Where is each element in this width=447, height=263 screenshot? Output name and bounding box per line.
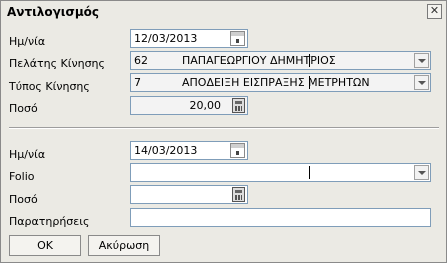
customer-select[interactable]: 62 ΠΑΠΑΓΕΩΡΓΙΟΥ ΔΗΜΗΤΡΙΟΣ [130, 51, 431, 70]
new-date-field[interactable]: 14/03/2013 [130, 141, 248, 160]
calendar-icon[interactable] [230, 143, 245, 158]
new-amount-field[interactable] [130, 185, 248, 204]
movement-type-select[interactable]: 7 ΑΠΟΔΕΙΞΗ ΕΙΣΠΡΑΞΗΣ ΜΕΤΡΗΤΩΝ [130, 73, 431, 92]
new-amount-label: Ποσό [9, 193, 38, 206]
movement-type-name: ΑΠΟΔΕΙΞΗ ΕΙΣΠΡΑΞΗΣ ΜΕΤΡΗΤΩΝ [182, 76, 370, 89]
amount-value: 20,00 [189, 99, 222, 112]
date-value: 12/03/2013 [134, 32, 198, 45]
movement-type-label: Τύπος Κίνησης [9, 80, 90, 93]
ok-button[interactable]: OK [9, 235, 81, 256]
folio-select[interactable] [130, 163, 431, 182]
new-date-label: Ημ/νία [9, 148, 46, 161]
chevron-down-icon[interactable] [414, 75, 429, 90]
amount-label: Ποσό [9, 102, 38, 115]
date-label: Ημ/νία [9, 35, 46, 48]
calculator-icon[interactable] [232, 187, 245, 202]
chevron-down-icon[interactable] [414, 53, 429, 68]
calendar-icon[interactable] [230, 31, 245, 46]
close-button[interactable]: ✕ [427, 4, 442, 19]
dialog-window: Αντιλογισμός ✕ Ημ/νία 12/03/2013 Πελάτης… [0, 0, 447, 263]
chevron-down-icon[interactable] [414, 165, 429, 180]
amount-field[interactable]: 20,00 [130, 96, 248, 115]
movement-type-code: 7 [134, 76, 141, 89]
cancel-button[interactable]: Ακύρωση [88, 235, 160, 256]
date-field[interactable]: 12/03/2013 [130, 29, 248, 48]
customer-name: ΠΑΠΑΓΕΩΡΓΙΟΥ ΔΗΜΗΤΡΙΟΣ [182, 54, 336, 67]
folio-label: Folio [9, 170, 35, 183]
customer-code: 62 [134, 54, 148, 67]
notes-field[interactable] [130, 208, 431, 227]
notes-label: Παρατηρήσεις [9, 215, 90, 228]
field-separator [309, 166, 310, 179]
new-date-value: 14/03/2013 [134, 144, 198, 157]
calculator-icon[interactable] [232, 98, 245, 113]
section-divider [9, 127, 439, 129]
customer-label: Πελάτης Κίνησης [9, 57, 105, 70]
dialog-title: Αντιλογισμός [7, 5, 100, 19]
